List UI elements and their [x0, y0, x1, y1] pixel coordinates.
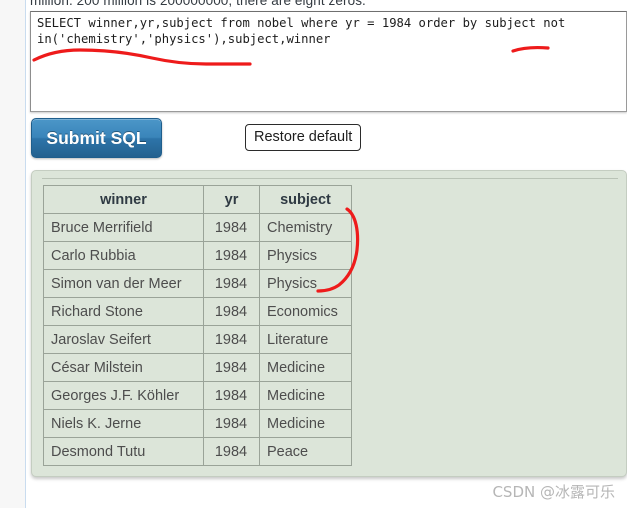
- page-left-gutter: [0, 0, 26, 508]
- results-panel: winner yr subject Bruce Merrifield 1984 …: [31, 170, 627, 477]
- cell-winner: Bruce Merrifield: [43, 213, 204, 242]
- cell-subject: Medicine: [259, 353, 352, 382]
- submit-sql-button[interactable]: Submit SQL: [31, 118, 162, 158]
- cell-subject: Medicine: [259, 409, 352, 438]
- cell-winner: Simon van der Meer: [43, 269, 204, 298]
- cell-yr: 1984: [203, 297, 260, 326]
- table-row: Jaroslav Seifert 1984 Literature: [43, 325, 352, 354]
- table-row: Carlo Rubbia 1984 Physics: [43, 241, 352, 270]
- results-table: winner yr subject Bruce Merrifield 1984 …: [43, 185, 352, 466]
- column-header-subject[interactable]: subject: [259, 185, 352, 214]
- cell-yr: 1984: [203, 409, 260, 438]
- page-body: million. 200 million is 200000000, there…: [27, 0, 627, 508]
- column-header-yr[interactable]: yr: [203, 185, 260, 214]
- table-row: César Milstein 1984 Medicine: [43, 353, 352, 382]
- sql-editor[interactable]: SELECT winner,yr,subject from nobel wher…: [30, 11, 627, 112]
- cell-winner: Niels K. Jerne: [43, 409, 204, 438]
- cell-yr: 1984: [203, 381, 260, 410]
- table-row: Niels K. Jerne 1984 Medicine: [43, 409, 352, 438]
- truncated-paragraph-text: million. 200 million is 200000000, there…: [30, 0, 366, 8]
- cell-winner: Desmond Tutu: [43, 437, 204, 466]
- table-row: Bruce Merrifield 1984 Chemistry: [43, 213, 352, 242]
- table-header-row: winner yr subject: [43, 185, 352, 214]
- cell-yr: 1984: [203, 353, 260, 382]
- cell-subject: Medicine: [259, 381, 352, 410]
- cell-subject: Economics: [259, 297, 352, 326]
- cell-subject: Literature: [259, 325, 352, 354]
- panel-divider: [42, 178, 618, 179]
- cell-winner: César Milstein: [43, 353, 204, 382]
- cell-yr: 1984: [203, 241, 260, 270]
- cell-yr: 1984: [203, 325, 260, 354]
- cell-winner: Carlo Rubbia: [43, 241, 204, 270]
- table-row: Georges J.F. Köhler 1984 Medicine: [43, 381, 352, 410]
- cell-subject: Physics: [259, 241, 352, 270]
- cell-winner: Jaroslav Seifert: [43, 325, 204, 354]
- cell-yr: 1984: [203, 437, 260, 466]
- table-row: Simon van der Meer 1984 Physics: [43, 269, 352, 298]
- cell-winner: Richard Stone: [43, 297, 204, 326]
- table-row: Richard Stone 1984 Economics: [43, 297, 352, 326]
- cell-yr: 1984: [203, 269, 260, 298]
- table-row: Desmond Tutu 1984 Peace: [43, 437, 352, 466]
- restore-default-button[interactable]: Restore default: [245, 124, 362, 151]
- column-header-winner[interactable]: winner: [43, 185, 204, 214]
- cell-winner: Georges J.F. Köhler: [43, 381, 204, 410]
- cell-subject: Physics: [259, 269, 352, 298]
- sql-editor-value[interactable]: SELECT winner,yr,subject from nobel wher…: [37, 16, 607, 47]
- cell-subject: Chemistry: [259, 213, 352, 242]
- cell-yr: 1984: [203, 213, 260, 242]
- csdn-watermark: CSDN @冰露可乐: [492, 483, 615, 501]
- cell-subject: Peace: [259, 437, 352, 466]
